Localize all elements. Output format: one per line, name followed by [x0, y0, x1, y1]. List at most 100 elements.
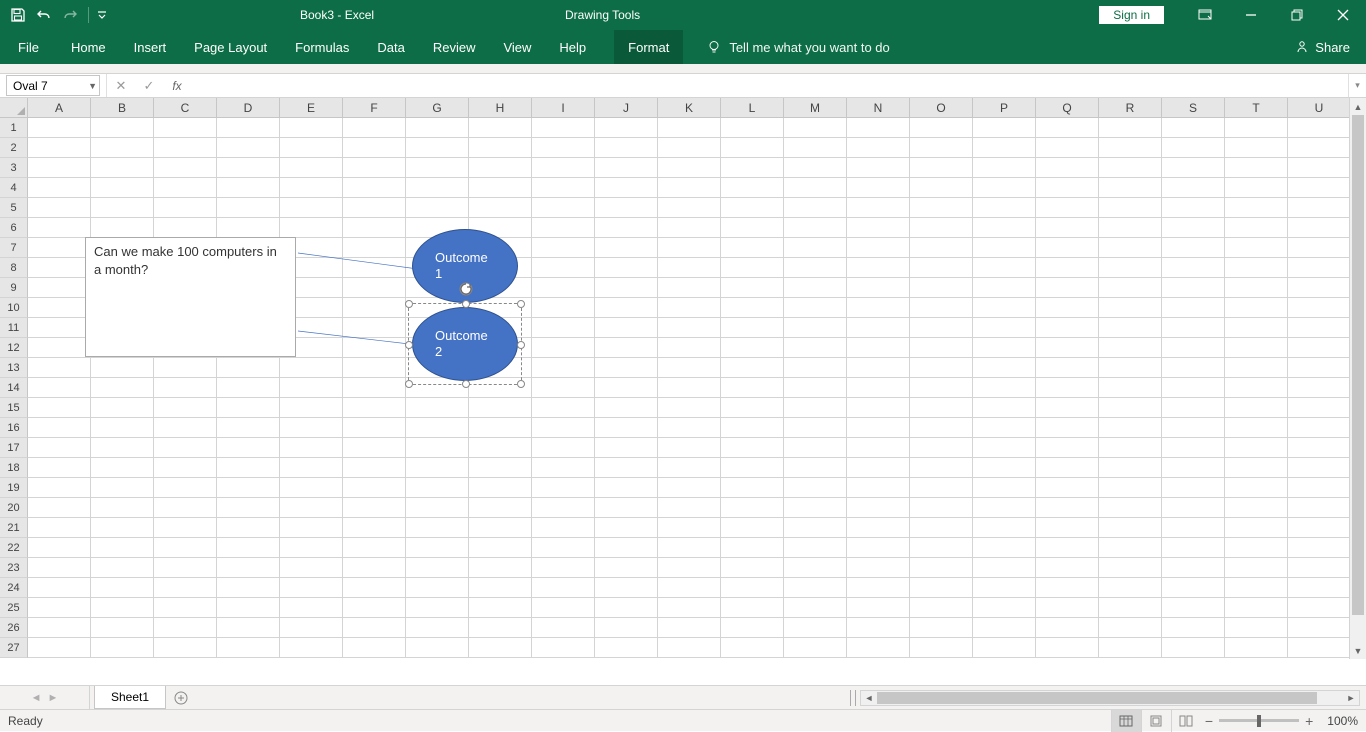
- cell[interactable]: [1225, 138, 1288, 158]
- cell[interactable]: [91, 418, 154, 438]
- cell[interactable]: [532, 418, 595, 438]
- cell[interactable]: [532, 498, 595, 518]
- cell[interactable]: [1288, 278, 1351, 298]
- column-header[interactable]: P: [973, 98, 1036, 117]
- column-header[interactable]: U: [1288, 98, 1351, 117]
- cell[interactable]: [1162, 158, 1225, 178]
- cell[interactable]: [910, 638, 973, 658]
- cell[interactable]: [1036, 158, 1099, 178]
- cell[interactable]: [343, 498, 406, 518]
- row-header[interactable]: 8: [0, 258, 28, 278]
- cell[interactable]: [973, 298, 1036, 318]
- cell[interactable]: [1162, 558, 1225, 578]
- cell[interactable]: [721, 378, 784, 398]
- cell[interactable]: [847, 518, 910, 538]
- column-header[interactable]: Q: [1036, 98, 1099, 117]
- cell[interactable]: [973, 238, 1036, 258]
- expand-formula-bar-icon[interactable]: ▾: [1348, 74, 1366, 97]
- close-icon[interactable]: [1320, 0, 1366, 30]
- formula-input[interactable]: [191, 74, 1348, 97]
- cell[interactable]: [1036, 378, 1099, 398]
- tab-view[interactable]: View: [489, 30, 545, 64]
- cell[interactable]: [910, 238, 973, 258]
- cell[interactable]: [1099, 158, 1162, 178]
- cell[interactable]: [784, 298, 847, 318]
- cell[interactable]: [28, 478, 91, 498]
- cell[interactable]: [1225, 198, 1288, 218]
- cell[interactable]: [343, 598, 406, 618]
- cell[interactable]: [658, 138, 721, 158]
- cell[interactable]: [91, 438, 154, 458]
- column-header[interactable]: N: [847, 98, 910, 117]
- cell[interactable]: [658, 158, 721, 178]
- cell[interactable]: [280, 458, 343, 478]
- cell[interactable]: [469, 598, 532, 618]
- cell[interactable]: [1288, 618, 1351, 638]
- row-header[interactable]: 9: [0, 278, 28, 298]
- cell[interactable]: [217, 478, 280, 498]
- cell[interactable]: [532, 478, 595, 498]
- cell[interactable]: [28, 558, 91, 578]
- cell[interactable]: [469, 618, 532, 638]
- cell[interactable]: [154, 518, 217, 538]
- cancel-formula-icon[interactable]: ✕: [107, 78, 135, 94]
- cell[interactable]: [1162, 398, 1225, 418]
- cell[interactable]: [658, 298, 721, 318]
- redo-icon[interactable]: [58, 3, 82, 27]
- cell[interactable]: [847, 498, 910, 518]
- cell[interactable]: [217, 438, 280, 458]
- cell[interactable]: [154, 498, 217, 518]
- cell[interactable]: [1288, 338, 1351, 358]
- cell[interactable]: [91, 638, 154, 658]
- zoom-in-button[interactable]: +: [1305, 713, 1313, 729]
- resize-handle-ne[interactable]: [517, 300, 525, 308]
- cell[interactable]: [1225, 598, 1288, 618]
- cell[interactable]: [1099, 598, 1162, 618]
- cell[interactable]: [973, 118, 1036, 138]
- cell[interactable]: [595, 618, 658, 638]
- cell[interactable]: [1288, 158, 1351, 178]
- cell[interactable]: [532, 598, 595, 618]
- cell[interactable]: [1288, 558, 1351, 578]
- resize-handle-se[interactable]: [517, 380, 525, 388]
- cell[interactable]: [406, 518, 469, 538]
- cell[interactable]: [658, 178, 721, 198]
- cell[interactable]: [784, 618, 847, 638]
- cell[interactable]: [721, 318, 784, 338]
- cell[interactable]: [721, 138, 784, 158]
- cell[interactable]: [1288, 178, 1351, 198]
- cell[interactable]: [1036, 638, 1099, 658]
- column-header[interactable]: L: [721, 98, 784, 117]
- cell[interactable]: [910, 418, 973, 438]
- cell[interactable]: [1288, 238, 1351, 258]
- new-sheet-button[interactable]: [166, 686, 196, 709]
- cell[interactable]: [343, 538, 406, 558]
- zoom-slider-thumb[interactable]: [1257, 715, 1261, 727]
- cell[interactable]: [847, 418, 910, 438]
- resize-handle-sw[interactable]: [405, 380, 413, 388]
- cell[interactable]: [406, 598, 469, 618]
- cell[interactable]: [1162, 458, 1225, 478]
- cell[interactable]: [1036, 258, 1099, 278]
- cell[interactable]: [721, 218, 784, 238]
- cell[interactable]: [721, 598, 784, 618]
- cell[interactable]: [1162, 638, 1225, 658]
- cell[interactable]: [721, 258, 784, 278]
- cell[interactable]: [532, 438, 595, 458]
- maximize-icon[interactable]: [1274, 0, 1320, 30]
- cell[interactable]: [217, 538, 280, 558]
- cell[interactable]: [532, 558, 595, 578]
- vertical-scrollbar[interactable]: ▲ ▼: [1349, 98, 1366, 659]
- cell[interactable]: [784, 238, 847, 258]
- cell[interactable]: [91, 558, 154, 578]
- cell[interactable]: [910, 118, 973, 138]
- cell[interactable]: [91, 538, 154, 558]
- cell[interactable]: [1225, 458, 1288, 478]
- cell[interactable]: [154, 578, 217, 598]
- cell[interactable]: [469, 458, 532, 478]
- cell[interactable]: [847, 458, 910, 478]
- cell[interactable]: [784, 258, 847, 278]
- cell[interactable]: [784, 498, 847, 518]
- sign-in-button[interactable]: Sign in: [1099, 6, 1164, 24]
- cell[interactable]: [973, 278, 1036, 298]
